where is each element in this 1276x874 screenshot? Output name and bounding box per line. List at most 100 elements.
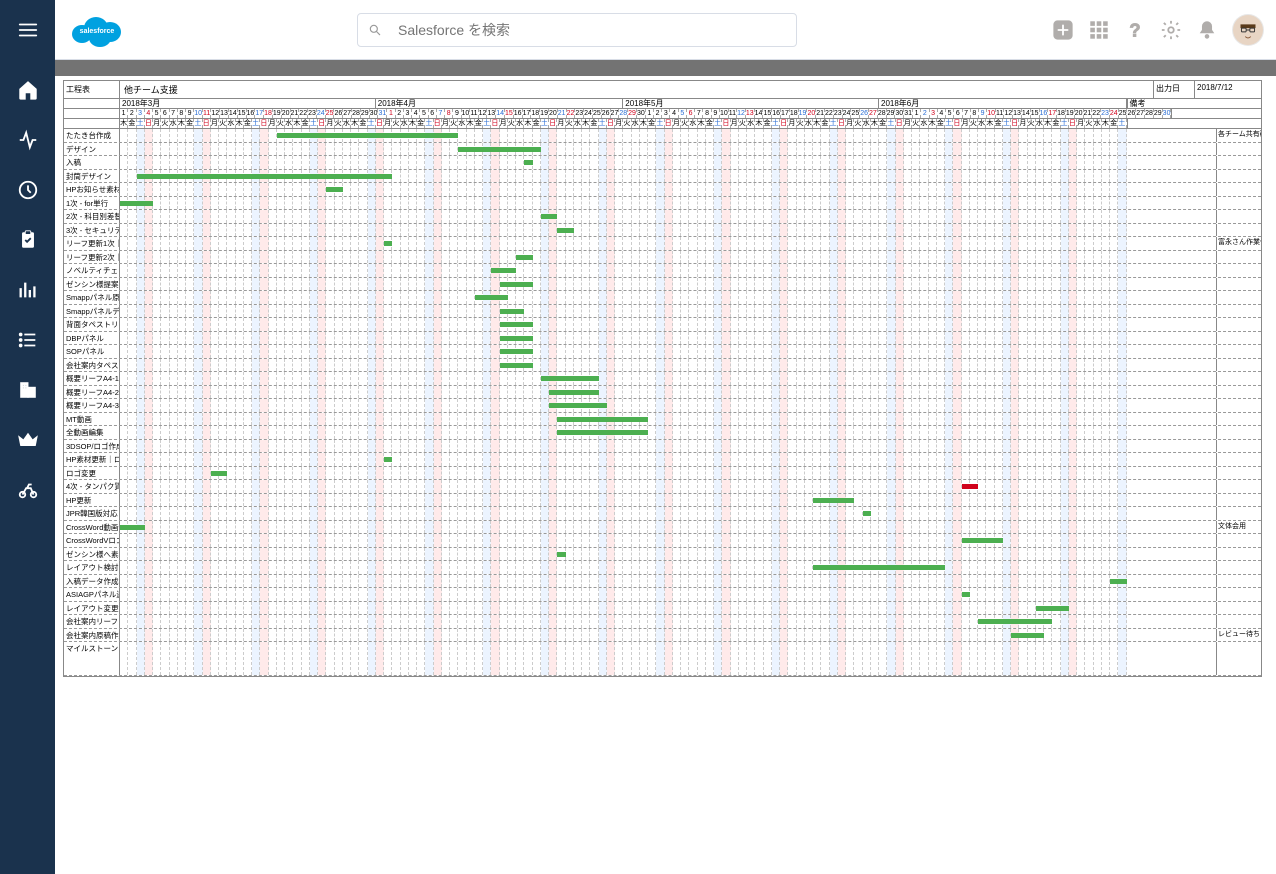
gantt-bar[interactable]	[491, 268, 516, 273]
nav-clock[interactable]	[16, 178, 40, 202]
day-of-week: 木	[698, 119, 706, 128]
gantt-bar[interactable]	[962, 592, 970, 597]
gantt-bar[interactable]	[516, 255, 533, 260]
gantt-bar[interactable]	[500, 336, 533, 341]
gantt-bar[interactable]	[120, 525, 145, 530]
gantt-bar[interactable]	[384, 457, 392, 462]
day-of-week: 金	[995, 119, 1003, 128]
day-number: 26	[1127, 109, 1136, 118]
day-number: 20	[282, 109, 291, 118]
day-number: 11	[203, 109, 211, 118]
gantt-bar[interactable]	[475, 295, 508, 300]
gantt-bar[interactable]	[1036, 606, 1069, 611]
day-number: 24	[843, 109, 852, 118]
analytics-icon	[17, 279, 39, 301]
user-avatar[interactable]	[1232, 14, 1264, 46]
gantt-bar[interactable]	[384, 241, 392, 246]
nav-building[interactable]	[16, 378, 40, 402]
day-of-week: 金	[1052, 119, 1060, 128]
gantt-bar[interactable]	[137, 174, 393, 179]
day-number: 8	[703, 109, 711, 118]
day-number: 15	[505, 109, 514, 118]
gantt-bar[interactable]	[549, 403, 607, 408]
search-input[interactable]	[396, 21, 786, 39]
gantt-bar[interactable]	[557, 430, 648, 435]
gantt-bar[interactable]	[524, 147, 541, 152]
task-remark	[1216, 318, 1261, 331]
nav-motorcycle[interactable]	[16, 478, 40, 502]
task-remark	[1216, 480, 1261, 493]
global-search[interactable]	[357, 13, 797, 47]
hamburger-menu[interactable]	[0, 0, 55, 60]
gantt-title-value: 他チーム支援	[120, 81, 1153, 98]
gantt-bar[interactable]	[500, 349, 533, 354]
day-of-week: 月	[1077, 119, 1085, 128]
gantt-bar[interactable]	[962, 484, 979, 489]
gantt-bar[interactable]	[557, 228, 574, 233]
task-row: 会社案内原稿作成 レビュー待ち	[64, 629, 1261, 643]
nav-analytics[interactable]	[16, 278, 40, 302]
gantt-bar[interactable]	[549, 390, 599, 395]
gantt-bar[interactable]	[557, 417, 648, 422]
gantt-bar[interactable]	[978, 619, 1052, 624]
settings-button[interactable]	[1160, 19, 1182, 41]
day-of-week: 日	[549, 119, 557, 128]
day-number: 20	[807, 109, 816, 118]
day-number: 16	[247, 109, 256, 118]
nav-crown[interactable]	[16, 428, 40, 452]
day-number: 3	[662, 109, 670, 118]
nav-home[interactable]	[16, 78, 40, 102]
task-remark	[1216, 615, 1261, 628]
nav-list[interactable]	[16, 328, 40, 352]
task-row: 4次 - タンパク質画面対応	[64, 480, 1261, 494]
gantt-bar[interactable]	[557, 552, 565, 557]
task-label: たたき台作成	[64, 129, 120, 142]
day-number: 14	[229, 109, 238, 118]
gantt-bar[interactable]	[962, 538, 1003, 543]
day-of-week: 日	[953, 119, 961, 128]
day-number: 5	[946, 109, 954, 118]
day-of-week: 火	[392, 119, 400, 128]
day-number: 29	[887, 109, 896, 118]
gantt-bar[interactable]	[1110, 579, 1127, 584]
gantt-bar[interactable]	[541, 376, 599, 381]
day-of-week: 金	[533, 119, 541, 128]
day-of-week: 土	[252, 119, 260, 128]
nav-clipboard[interactable]	[16, 228, 40, 252]
task-row: 1次 - for単行	[64, 197, 1261, 211]
salesforce-logo[interactable]: salesforce	[67, 10, 127, 50]
gantt-bar[interactable]	[500, 282, 533, 287]
day-number: 14	[496, 109, 505, 118]
gantt-bar[interactable]	[541, 214, 558, 219]
add-button[interactable]	[1052, 19, 1074, 41]
gantt-bar[interactable]	[120, 201, 153, 206]
task-row: DBPパネル	[64, 332, 1261, 346]
gantt-bar[interactable]	[277, 133, 459, 138]
app-launcher[interactable]	[1088, 19, 1110, 41]
day-of-week: 水	[805, 119, 813, 128]
task-row: デザイン	[64, 143, 1261, 157]
gantt-bar[interactable]	[813, 565, 945, 570]
gantt-bar[interactable]	[458, 147, 524, 152]
crown-icon	[17, 429, 39, 451]
gantt-bar[interactable]	[326, 187, 343, 192]
gantt-bar[interactable]	[524, 160, 532, 165]
task-row: MT動画	[64, 413, 1261, 427]
nav-activity[interactable]	[16, 128, 40, 152]
milestone-row: マイルストーン	[64, 642, 1261, 676]
gantt-bar[interactable]	[500, 363, 533, 368]
gantt-bar[interactable]	[500, 322, 533, 327]
notifications-button[interactable]	[1196, 19, 1218, 41]
gantt-bar[interactable]	[813, 498, 854, 503]
task-remark	[1216, 183, 1261, 196]
day-number: 23	[1101, 109, 1110, 118]
gantt-bar[interactable]	[500, 309, 525, 314]
day-number: 13	[220, 109, 229, 118]
day-of-week: 金	[937, 119, 945, 128]
task-row: ゼンシン様へ素材送付	[64, 548, 1261, 562]
gantt-bar[interactable]	[863, 511, 871, 516]
gantt-bar[interactable]	[1011, 633, 1044, 638]
task-label: リーフ更新1次｜ロゴ変更	[64, 237, 120, 250]
gantt-bar[interactable]	[211, 471, 228, 476]
help-button[interactable]: ?	[1124, 19, 1146, 41]
